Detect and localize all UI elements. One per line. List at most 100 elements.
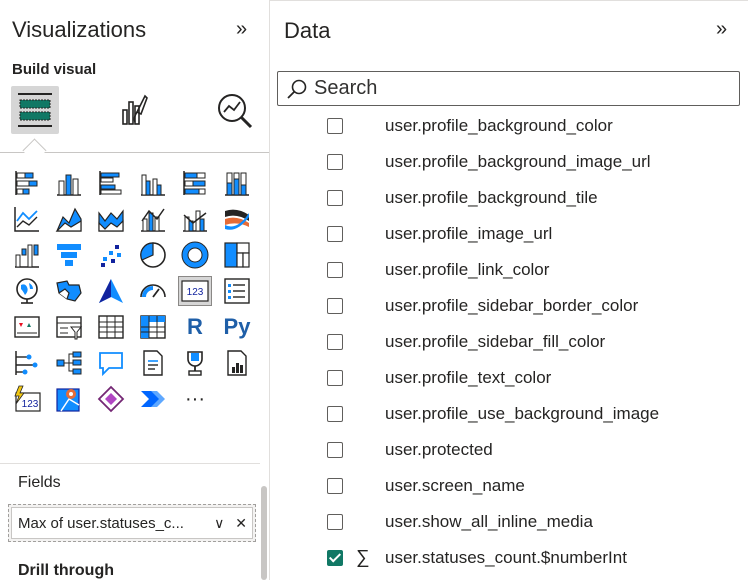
metrics-icon[interactable] bbox=[178, 348, 212, 378]
ribbon-chart-icon[interactable] bbox=[220, 204, 254, 234]
gallery-separator bbox=[0, 463, 260, 464]
scatter-chart-icon[interactable] bbox=[94, 240, 128, 270]
multi-row-card-icon[interactable] bbox=[220, 276, 254, 306]
r-script-visual-icon[interactable]: R bbox=[178, 312, 212, 342]
waterfall-chart-icon[interactable] bbox=[10, 240, 44, 270]
build-visual-label: Build visual bbox=[12, 61, 97, 78]
qa-icon[interactable] bbox=[94, 348, 128, 378]
field-row[interactable]: user.protected bbox=[270, 432, 748, 468]
field-name: user.profile_text_color bbox=[385, 368, 552, 387]
field-row[interactable]: user.profile_sidebar_fill_color bbox=[270, 324, 748, 360]
tab-analytics[interactable] bbox=[210, 86, 258, 134]
visualizations-scrollbar[interactable] bbox=[261, 486, 267, 580]
tab-build-visual[interactable] bbox=[11, 86, 59, 134]
field-name: user.screen_name bbox=[385, 476, 525, 495]
close-icon[interactable]: ✕ bbox=[230, 515, 252, 532]
field-name: user.show_all_inline_media bbox=[385, 512, 593, 531]
checkbox[interactable] bbox=[327, 298, 343, 314]
checkbox[interactable] bbox=[327, 190, 343, 206]
matrix-icon[interactable] bbox=[136, 312, 170, 342]
clustered-bar-chart-icon[interactable] bbox=[94, 168, 128, 198]
checkbox[interactable] bbox=[327, 118, 343, 134]
checkbox[interactable] bbox=[327, 226, 343, 242]
new-card-icon-text: 123 bbox=[22, 399, 39, 410]
filled-map-icon[interactable] bbox=[52, 276, 86, 306]
stacked-column-chart-icon[interactable] bbox=[52, 168, 86, 198]
stacked-bar-chart-icon[interactable] bbox=[10, 168, 44, 198]
card-icon-text: 123 bbox=[187, 287, 204, 298]
slicer-icon[interactable] bbox=[52, 312, 86, 342]
gauge-icon[interactable] bbox=[136, 276, 170, 306]
line-and-stacked-column-icon[interactable] bbox=[136, 204, 170, 234]
new-card-icon[interactable]: 123 bbox=[10, 384, 44, 414]
checkbox[interactable] bbox=[327, 442, 343, 458]
pie-chart-icon[interactable] bbox=[136, 240, 170, 270]
checkbox[interactable] bbox=[327, 514, 343, 530]
map-icon[interactable] bbox=[10, 276, 44, 306]
field-row[interactable]: user.profile_background_color bbox=[270, 108, 748, 144]
field-name: user.profile_sidebar_fill_color bbox=[385, 332, 606, 351]
data-pane: Data » user.profile_background_coloruser… bbox=[270, 0, 748, 580]
field-row[interactable]: ∑ user.statuses_count.$numberInt bbox=[270, 540, 748, 576]
power-automate-icon[interactable] bbox=[136, 384, 170, 414]
search-box[interactable] bbox=[277, 71, 740, 106]
field-pill[interactable]: Max of user.statuses_c... ∨ ✕ bbox=[11, 507, 253, 539]
visualizations-pane: Visualizations » Build visual 123 R Py 1… bbox=[0, 0, 269, 580]
treemap-icon[interactable] bbox=[220, 240, 254, 270]
search-input[interactable] bbox=[314, 77, 714, 100]
donut-chart-icon[interactable] bbox=[178, 240, 212, 270]
field-name: user.profile_use_background_image bbox=[385, 404, 660, 423]
field-row[interactable]: user.profile_text_color bbox=[270, 360, 748, 396]
100-stacked-column-chart-icon[interactable] bbox=[220, 168, 254, 198]
field-row[interactable]: user.profile_background_tile bbox=[270, 180, 748, 216]
chevron-down-icon[interactable]: ∨ bbox=[208, 515, 230, 532]
field-name: user.protected bbox=[385, 440, 493, 459]
search-icon bbox=[286, 78, 308, 100]
line-and-clustered-column-icon[interactable] bbox=[178, 204, 212, 234]
field-row[interactable]: user.screen_name bbox=[270, 468, 748, 504]
azure-maps-visual-icon[interactable] bbox=[52, 384, 86, 414]
field-name: user.profile_link_color bbox=[385, 260, 550, 279]
more-visuals-icon[interactable]: ··· bbox=[178, 384, 212, 414]
collapse-visualizations-icon[interactable]: » bbox=[236, 18, 247, 41]
checkbox[interactable] bbox=[327, 334, 343, 350]
field-row[interactable]: user.profile_background_image_url bbox=[270, 144, 748, 180]
azure-map-icon[interactable] bbox=[94, 276, 128, 306]
line-chart-icon[interactable] bbox=[10, 204, 44, 234]
r-icon-text: R bbox=[187, 314, 203, 339]
fields-well: Max of user.statuses_c... ∨ ✕ bbox=[8, 504, 256, 542]
checkbox[interactable] bbox=[327, 154, 343, 170]
data-title: Data bbox=[284, 18, 331, 43]
field-row[interactable]: user.profile_link_color bbox=[270, 252, 748, 288]
clustered-column-chart-icon[interactable] bbox=[136, 168, 170, 198]
table-icon[interactable] bbox=[94, 312, 128, 342]
checkbox[interactable] bbox=[327, 370, 343, 386]
field-row[interactable]: user.show_all_inline_media bbox=[270, 504, 748, 540]
key-influencers-icon[interactable] bbox=[10, 348, 44, 378]
python-visual-icon[interactable]: Py bbox=[220, 312, 254, 342]
tab-format-visual[interactable] bbox=[110, 86, 158, 134]
field-name: user.profile_image_url bbox=[385, 224, 553, 243]
area-chart-icon[interactable] bbox=[52, 204, 86, 234]
collapse-data-icon[interactable]: » bbox=[716, 18, 727, 41]
power-apps-icon[interactable] bbox=[94, 384, 128, 414]
smart-narrative-icon[interactable] bbox=[136, 348, 170, 378]
checkbox[interactable] bbox=[327, 406, 343, 422]
selected-tab-pointer bbox=[22, 138, 47, 163]
checkbox[interactable] bbox=[327, 478, 343, 494]
paginated-report-icon[interactable] bbox=[220, 348, 254, 378]
fields-build-icon bbox=[18, 93, 52, 127]
kpi-icon[interactable] bbox=[10, 312, 44, 342]
field-row[interactable]: user.profile_sidebar_border_color bbox=[270, 288, 748, 324]
field-row[interactable]: user.profile_image_url bbox=[270, 216, 748, 252]
magnifier-chart-icon bbox=[218, 94, 253, 129]
stacked-area-chart-icon[interactable] bbox=[94, 204, 128, 234]
checkbox-checked[interactable] bbox=[327, 550, 343, 566]
funnel-icon[interactable] bbox=[52, 240, 86, 270]
100-stacked-bar-chart-icon[interactable] bbox=[178, 168, 212, 198]
card-icon[interactable]: 123 bbox=[178, 276, 212, 306]
checkbox[interactable] bbox=[327, 262, 343, 278]
field-row[interactable]: user.profile_use_background_image bbox=[270, 396, 748, 432]
field-name: user.profile_background_tile bbox=[385, 188, 598, 207]
decomposition-tree-icon[interactable] bbox=[52, 348, 86, 378]
